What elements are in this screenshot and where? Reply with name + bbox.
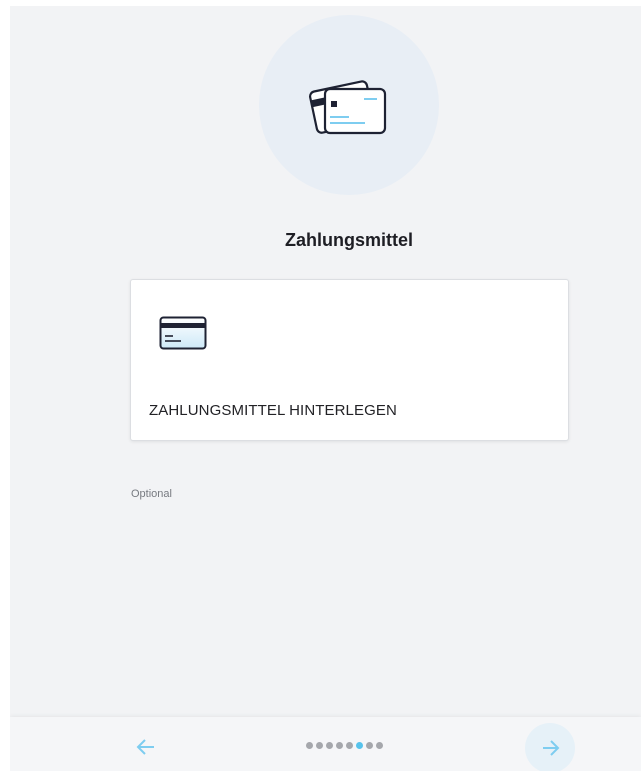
next-button[interactable]	[525, 723, 575, 771]
step-dot	[326, 742, 333, 749]
arrow-right-icon	[543, 740, 560, 756]
arrow-left-icon	[136, 739, 154, 755]
hero-illustration	[259, 15, 439, 195]
back-button[interactable]	[132, 733, 160, 761]
credit-card-icon	[159, 316, 207, 350]
add-payment-method-label: ZAHLUNGSMITTEL HINTERLEGEN	[149, 402, 397, 419]
wizard-footer	[10, 717, 641, 771]
step-dot	[316, 742, 323, 749]
step-dot	[336, 742, 343, 749]
add-payment-method-card[interactable]: ZAHLUNGSMITTEL HINTERLEGEN	[130, 279, 569, 441]
step-dot	[366, 742, 373, 749]
step-dot	[346, 742, 353, 749]
step-dot-active	[356, 742, 363, 749]
step-dot	[306, 742, 313, 749]
step-dot	[376, 742, 383, 749]
step-indicator	[306, 742, 383, 752]
wizard-frame: Zahlungsmittel ZAHLUNGSMITTEL HINTERLEGE…	[10, 6, 641, 771]
optional-hint: Optional	[131, 488, 172, 500]
page-title: Zahlungsmittel	[284, 230, 413, 250]
payment-cards-icon	[308, 80, 387, 135]
